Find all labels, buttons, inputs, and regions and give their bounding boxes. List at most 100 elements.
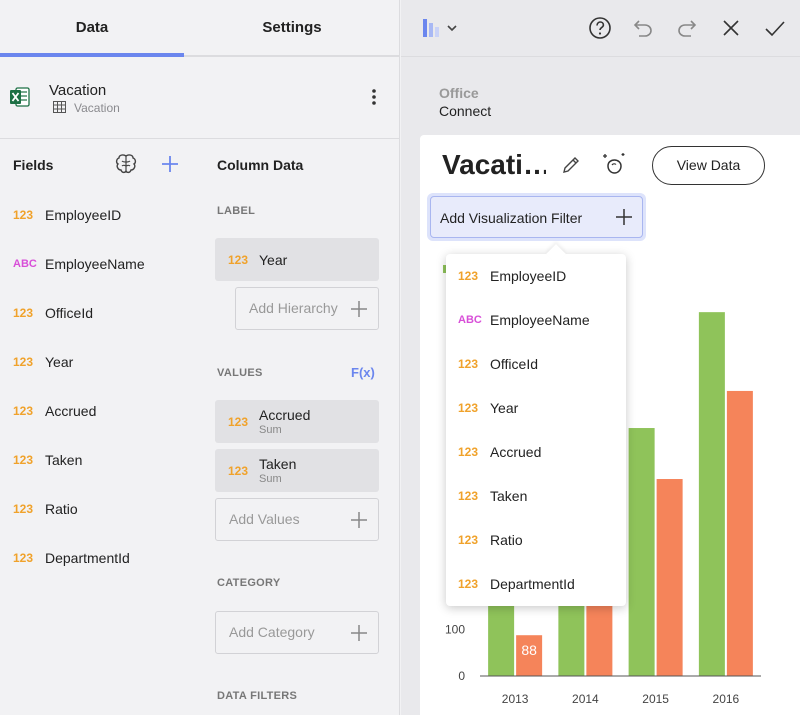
numeric-type-icon: 123 [458,401,479,415]
field-name: DepartmentId [45,550,130,566]
field-name: Year [45,354,74,370]
visualization-toolbar [401,0,800,57]
pill-name: Accrued [259,407,311,423]
magic-wand-icon[interactable] [601,151,627,177]
field-item-accrued[interactable]: 123 Accrued [0,392,197,432]
numeric-type-icon: 123 [228,415,249,429]
numeric-type-icon: 123 [228,253,249,267]
x-tick-label: 2015 [642,692,669,706]
dropdown-item-employeeid[interactable]: 123 EmployeeID [446,254,626,298]
bar-2016-series-1 [698,312,725,676]
field-name: Taken [45,452,83,468]
dropdown-item-year[interactable]: 123 Year [446,386,626,430]
numeric-type-icon: 123 [13,355,34,369]
breadcrumb-current: Connect [439,103,492,119]
aggregation-label: Sum [259,424,282,436]
tab-data[interactable]: Data [0,0,184,57]
field-item-departmentid[interactable]: 123 DepartmentId [0,539,197,579]
dropdown-item-officeid[interactable]: 123 OfficeId [446,342,626,386]
numeric-type-icon: 123 [458,577,479,591]
brain-icon[interactable] [114,153,138,175]
filter-button-focus-ring: Add Visualization Filter [427,193,646,241]
dropdown-item-departmentid[interactable]: 123 DepartmentId [446,562,626,606]
field-name: EmployeeName [45,256,145,272]
dropdown-item-label: EmployeeID [490,268,567,284]
dropdown-item-label: Year [490,400,519,416]
y-tick-label: 0 [458,669,465,683]
data-filters-section-heading: DATA FILTERS [217,690,298,702]
numeric-type-icon: 123 [458,445,479,459]
visualization-card: Vacati… View Data Add Visualization Filt… [420,135,800,715]
dropdown-item-employeename[interactable]: ABC EmployeeName [446,298,626,342]
bar-2015-series-1 [628,428,655,676]
undo-icon[interactable] [631,16,655,40]
panel-tabs: Data Settings [0,0,400,57]
close-icon[interactable] [719,16,743,40]
add-values-button[interactable]: Add Values [215,498,379,541]
numeric-type-icon: 123 [13,551,34,565]
field-item-employeename[interactable]: ABC EmployeeName [0,245,197,285]
label-section-heading: LABEL [217,205,256,217]
field-item-year[interactable]: 123 Year [0,343,197,383]
numeric-type-icon: 123 [228,464,249,478]
add-filter-label: Add Visualization Filter [440,210,583,226]
add-hierarchy-label: Add Hierarchy [249,300,338,316]
data-editor-panel: Data Settings Vacation Vacation Fields 1… [0,0,400,715]
numeric-type-icon: 123 [458,357,479,371]
label-pill-year[interactable]: 123 Year [215,238,379,281]
add-visualization-filter-button[interactable]: Add Visualization Filter [430,196,643,238]
numeric-type-icon: 123 [13,404,34,418]
field-item-ratio[interactable]: 123 Ratio [0,490,197,530]
dropdown-item-ratio[interactable]: 123 Ratio [446,518,626,562]
checkmark-icon[interactable] [763,16,787,40]
fx-button[interactable]: F(x) [351,365,375,380]
data-source-title: Vacation [49,82,107,99]
value-pill-accrued[interactable]: 123 Accrued Sum [215,400,379,443]
value-pill-taken[interactable]: 123 Taken Sum [215,449,379,492]
redo-icon[interactable] [675,16,699,40]
view-data-button[interactable]: View Data [652,146,765,185]
plus-icon [351,301,367,317]
field-item-officeid[interactable]: 123 OfficeId [0,294,197,334]
fields-list: Fields 123 EmployeeID ABC EmployeeName 1… [0,139,197,715]
y-tick-label: 100 [445,623,465,637]
plus-icon [351,512,367,528]
chart-type-picker-icon[interactable] [421,16,459,40]
data-source-subtitle: Vacation [74,101,120,115]
more-options-icon[interactable] [366,85,382,109]
numeric-type-icon: 123 [458,489,479,503]
values-section-heading: VALUES [217,367,263,379]
visualization-panel: Office Connect Vacati… View Data Add Vis… [401,0,800,715]
pencil-icon[interactable] [561,155,581,175]
add-category-button[interactable]: Add Category [215,611,379,654]
field-name: OfficeId [45,305,93,321]
column-data-heading: Column Data [217,157,304,173]
bar-2015-series-2 [656,479,683,676]
field-item-taken[interactable]: 123 Taken [0,441,197,481]
dropdown-item-label: OfficeId [490,356,538,372]
dropdown-item-accrued[interactable]: 123 Accrued [446,430,626,474]
dropdown-item-label: DepartmentId [490,576,575,592]
tab-settings[interactable]: Settings [184,0,400,57]
visualization-title[interactable]: Vacati… [442,149,546,181]
filter-field-dropdown: 123 EmployeeID ABC EmployeeName 123 Offi… [446,244,626,606]
plus-icon [616,209,632,225]
x-tick-label: 2014 [572,692,599,706]
text-type-icon: ABC [13,258,37,270]
plus-icon [351,625,367,641]
add-hierarchy-button[interactable]: Add Hierarchy [235,287,379,330]
category-section-heading: CATEGORY [217,577,281,589]
breadcrumb-parent: Office [439,85,479,101]
text-type-icon: ABC [458,314,482,326]
dropdown-item-label: Accrued [490,444,542,460]
field-item-employeeid[interactable]: 123 EmployeeID [0,196,197,236]
help-icon[interactable] [588,16,612,40]
add-field-icon[interactable] [160,154,180,174]
dropdown-item-label: EmployeeName [490,312,590,328]
numeric-type-icon: 123 [13,306,34,320]
column-data-panel: Column Data LABEL 123 Year Add Hierarchy… [197,139,400,715]
data-label: 88 [521,642,537,658]
numeric-type-icon: 123 [13,208,34,222]
dropdown-item-taken[interactable]: 123 Taken [446,474,626,518]
numeric-type-icon: 123 [13,502,34,516]
